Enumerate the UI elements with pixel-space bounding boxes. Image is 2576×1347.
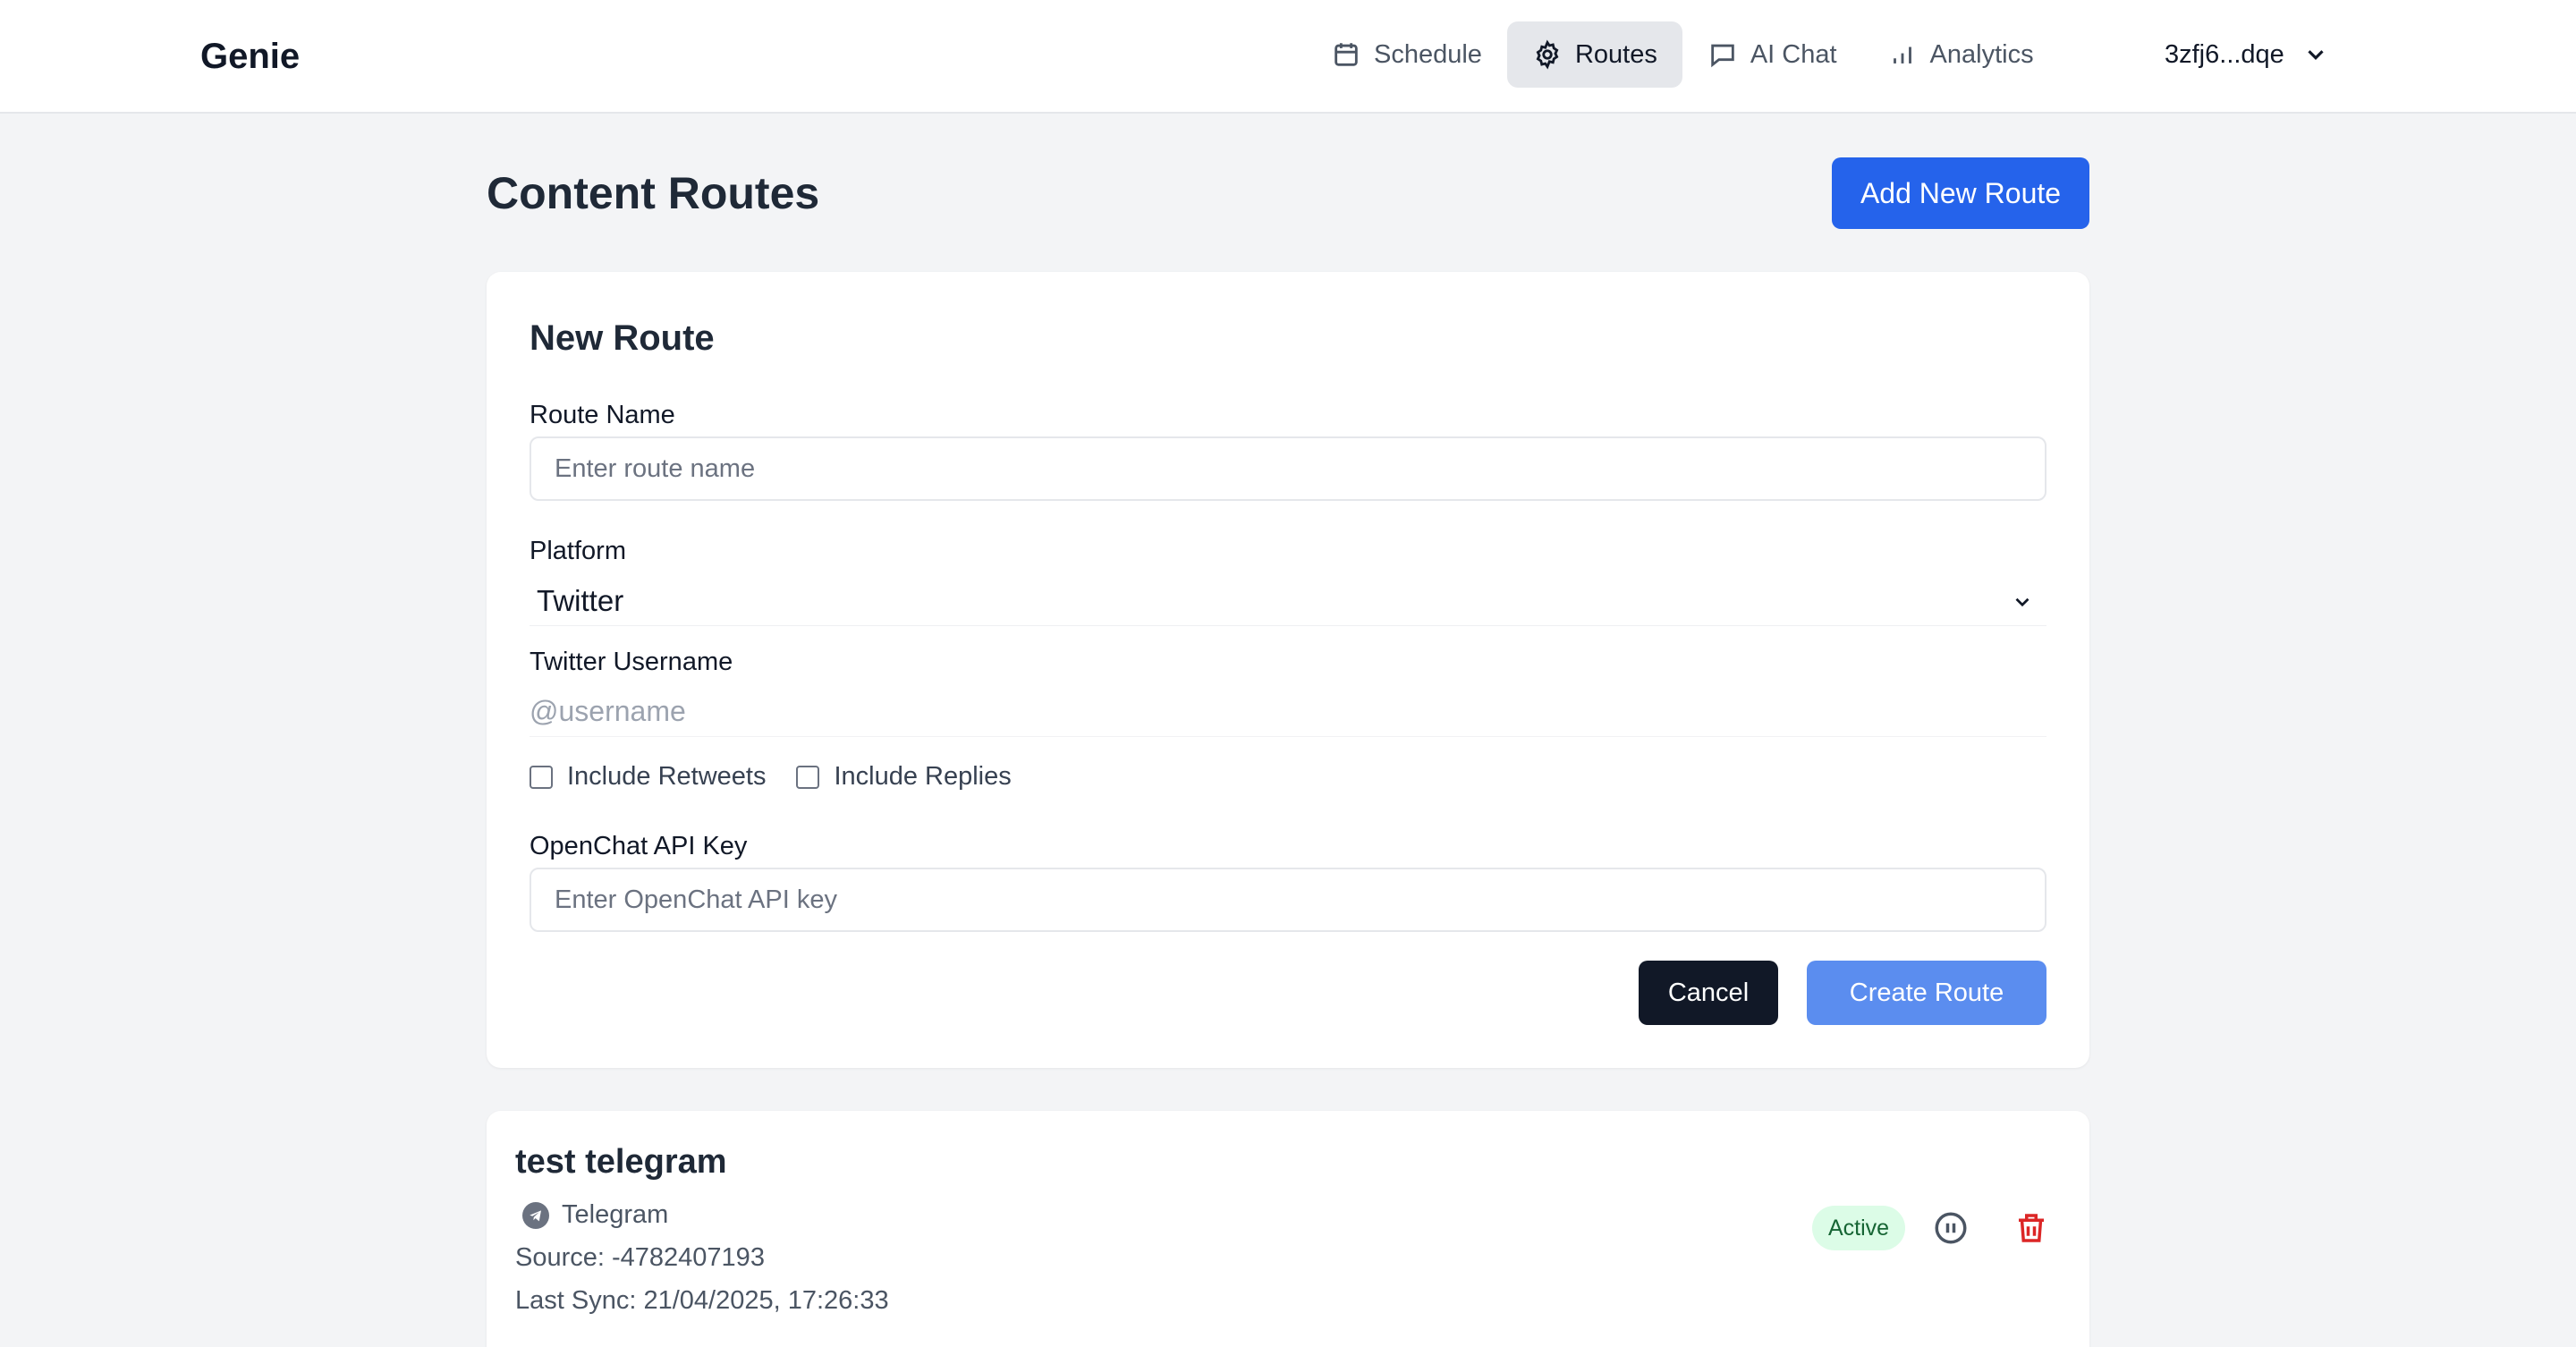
- form-title: New Route: [530, 318, 715, 358]
- checkbox-box[interactable]: [530, 765, 553, 789]
- status-badge: Active: [1812, 1206, 1906, 1250]
- app-root: Genie Schedule Routes AI Chat Analytics …: [0, 0, 2576, 1347]
- route-last-sync: Last Sync: 21/04/2025, 17:26:33: [515, 1286, 889, 1315]
- nav-item-ai-chat[interactable]: AI Chat: [1682, 21, 1862, 88]
- route-name-input[interactable]: [530, 436, 2046, 501]
- nav-item-label: Routes: [1574, 39, 1657, 69]
- pause-button[interactable]: [1932, 1209, 1970, 1247]
- nav-item-label: Schedule: [1374, 39, 1482, 69]
- route-platform-label: Telegram: [562, 1200, 669, 1229]
- nav-item-label: Analytics: [1929, 39, 2034, 69]
- chat-icon: [1711, 44, 1734, 68]
- checkbox-label: Include Retweets: [567, 762, 767, 791]
- bar-chart-icon: [1893, 47, 1911, 64]
- brand-logo[interactable]: Genie: [200, 34, 300, 79]
- twitter-options: Include Retweets Include Replies: [530, 762, 1042, 792]
- calendar-icon: [1335, 43, 1358, 66]
- route-card: test telegram Telegram Source: -47824071…: [487, 1111, 2089, 1347]
- add-new-route-button[interactable]: Add New Route: [1832, 157, 2089, 229]
- delete-button[interactable]: [2012, 1209, 2050, 1247]
- new-route-form: New Route Route Name Platform Twitter Tw…: [487, 272, 2089, 1068]
- api-key-label: OpenChat API Key: [530, 832, 748, 860]
- route-name-label: Route Name: [530, 401, 675, 429]
- platform-label: Platform: [530, 537, 626, 565]
- route-name: test telegram: [515, 1143, 727, 1181]
- route-platform: Telegram: [522, 1200, 668, 1230]
- include-replies-checkbox[interactable]: Include Replies: [796, 762, 1012, 792]
- gear-icon: [1536, 39, 1559, 70]
- nav-item-label: AI Chat: [1750, 39, 1837, 69]
- twitter-username-input[interactable]: [530, 687, 2046, 737]
- user-address: 3zfj6...dqe: [2165, 39, 2284, 69]
- user-menu[interactable]: 3zfj6...dqe: [2165, 21, 2329, 88]
- chevron-down-icon: [2015, 597, 2029, 607]
- pause-icon: [1935, 1212, 1967, 1244]
- nav-item-routes[interactable]: Routes: [1506, 21, 1682, 88]
- nav-item-analytics[interactable]: Analytics: [1862, 21, 2059, 88]
- main-nav: Schedule Routes AI Chat Analytics: [1306, 21, 2059, 88]
- page-title: Content Routes: [487, 168, 820, 218]
- checkbox-label: Include Replies: [834, 762, 1012, 791]
- cancel-button[interactable]: Cancel: [1639, 961, 1778, 1025]
- create-route-button[interactable]: Create Route: [1807, 961, 2046, 1025]
- platform-select[interactable]: Twitter: [530, 576, 2046, 626]
- api-key-input[interactable]: [530, 868, 2046, 932]
- chevron-down-icon: [2308, 50, 2324, 60]
- trash-icon: [2019, 1214, 2044, 1242]
- route-source: Source: -4782407193: [515, 1243, 765, 1272]
- checkbox-box[interactable]: [796, 765, 820, 789]
- platform-selected-value: Twitter: [537, 583, 624, 617]
- telegram-icon: [522, 1201, 549, 1229]
- twitter-username-label: Twitter Username: [530, 648, 733, 676]
- nav-item-schedule[interactable]: Schedule: [1306, 21, 1507, 88]
- include-retweets-checkbox[interactable]: Include Retweets: [530, 762, 766, 792]
- top-navbar: Genie Schedule Routes AI Chat Analytics …: [0, 0, 2576, 114]
